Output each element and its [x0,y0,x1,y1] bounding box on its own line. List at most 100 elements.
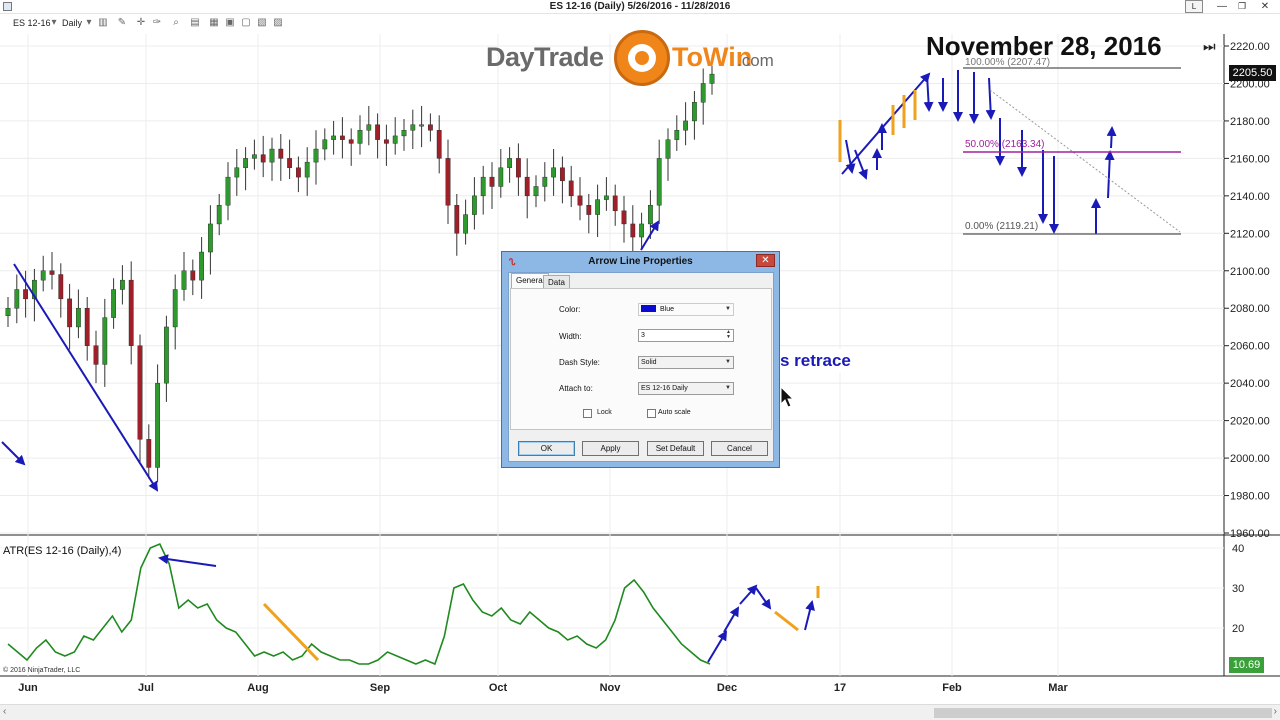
width-label: Width: [559,332,582,341]
price-tick-label: 2060.00 [1230,341,1270,353]
dash-style-select[interactable]: Solid ▼ [638,356,734,369]
ninjatrader-chart-window: 100.00% (2207.47) 50.00% (2163.34) 0.00% (… [0,0,1280,720]
fib-label: 0.00% (2119.21) [965,221,1038,232]
candle-body [366,124,372,131]
blue-arrow-drawing [923,74,934,112]
candle-body [216,205,222,225]
bar-type-icon[interactable]: ▥ [97,17,109,29]
color-picker[interactable]: Blue ▼ [638,303,734,316]
candle-body [163,326,169,384]
auto-scale-checkbox[interactable] [647,409,656,418]
retrace-annotation: s retrace [776,349,870,373]
logo-text-daytrade: DayTrade [486,42,604,72]
logo-text-com: .com [737,51,774,70]
horizontal-scrollbar[interactable]: ‹ › [0,704,1280,720]
instrument-selector[interactable]: ES 12-16 [13,18,51,28]
chevron-down-icon: ▼ [725,359,731,365]
candle-body [102,317,108,365]
panel-icon[interactable]: ▨ [272,17,284,29]
lock-checkbox[interactable] [583,409,592,418]
candle-body [454,205,460,234]
apply-button[interactable]: Apply [582,441,639,456]
scroll-thumb[interactable] [934,708,1272,718]
strategies-icon[interactable]: ▣ [224,17,236,29]
scroll-right-icon[interactable]: › [1274,706,1277,717]
date-annotation: November 28, 2016 [926,31,1162,61]
time-tick-label: Aug [247,682,268,694]
blue-arrow-drawing [1106,126,1117,149]
candle-body [639,223,645,238]
candle-body [75,308,81,328]
dialog-close-button[interactable]: ✕ [756,254,775,267]
layout-button[interactable]: L [1185,0,1203,13]
skip-forward-icon[interactable]: ⏭ [1203,38,1216,55]
attach-to-value: ES 12-16 Daily [641,385,688,392]
chevron-down-icon[interactable]: ▾ [83,17,95,29]
candle-body [348,139,354,144]
time-tick-label: Mar [1048,682,1068,694]
arrow-line-properties-dialog: ᔐ Arrow Line Properties ✕ General Data C… [501,251,780,468]
candle-body [445,158,451,206]
dash-style-label: Dash Style: [559,358,600,367]
maximize-button[interactable]: ❐ [1234,0,1250,13]
time-tick-label: Oct [489,682,508,694]
crosshair-icon[interactable]: ✛ [135,17,147,29]
candle-body [278,148,284,159]
candle-body [23,289,28,300]
properties-icon[interactable]: ▤ [189,17,201,29]
ok-button[interactable]: OK [518,441,575,456]
candle-body [375,124,380,140]
pencil-icon[interactable]: ✎ [116,17,128,29]
width-stepper[interactable]: 3 ▲ ▼ [638,329,734,342]
candle-body [146,439,152,468]
target-icon [614,30,670,86]
set-default-button[interactable]: Set Default [647,441,704,456]
interval-selector[interactable]: Daily [62,18,82,28]
spin-icon[interactable]: ▲ ▼ [726,330,731,340]
candle-body [577,195,583,206]
candle-body [665,139,671,159]
candle-body [260,154,266,163]
candle-body [384,139,389,144]
dash-style-value: Solid [641,359,657,366]
attach-to-select[interactable]: ES 12-16 Daily ▼ [638,382,734,395]
candle-body [181,270,187,290]
cancel-button[interactable]: Cancel [711,441,768,456]
candle-body [498,167,504,187]
general-panel: Color: Blue ▼ Width: 3 ▲ ▼ Dash Style: Soli… [510,288,772,430]
atr-value-badge: 10.69 [1229,657,1264,673]
close-button[interactable]: ✕ [1256,0,1274,13]
candle-body [67,298,73,328]
candle-body [612,195,618,212]
blue-arrow-drawing [707,630,728,663]
candle-body [560,167,565,182]
dialog-title: Arrow Line Properties [588,256,693,267]
scroll-left-icon[interactable]: ‹ [3,706,6,717]
blue-arrow-drawing [739,584,758,605]
atr-line [7,542,711,666]
candle-body [84,308,90,346]
chevron-down-icon[interactable]: ▾ [48,17,60,29]
candle-body [533,186,539,197]
candle-body [251,154,257,159]
chart-trader-icon[interactable]: ▢ [240,17,252,29]
data-box-icon[interactable]: ▧ [256,17,268,29]
tab-data[interactable]: Data [543,275,570,289]
candle-body [428,124,433,131]
price-tick-label: 2220.00 [1230,41,1270,53]
zoom-icon[interactable]: ⌕ [170,17,182,29]
drawing-tool-icon[interactable]: ✑ [151,17,163,29]
time-tick-label: Jun [18,682,38,694]
orange-line-drawing [262,602,320,662]
indicators-icon[interactable]: ▦ [208,17,220,29]
candle-body [14,289,20,309]
atr-tick-label: 30 [1232,583,1244,595]
candle-body [340,135,345,140]
blue-arrow-drawing [1,441,26,466]
color-swatch [641,304,656,312]
candle-body [656,158,662,206]
candle-body [709,73,715,84]
minimize-button[interactable]: — [1214,0,1230,13]
price-tick-label: 2180.00 [1230,116,1270,128]
price-tick-label: 2140.00 [1230,191,1270,203]
